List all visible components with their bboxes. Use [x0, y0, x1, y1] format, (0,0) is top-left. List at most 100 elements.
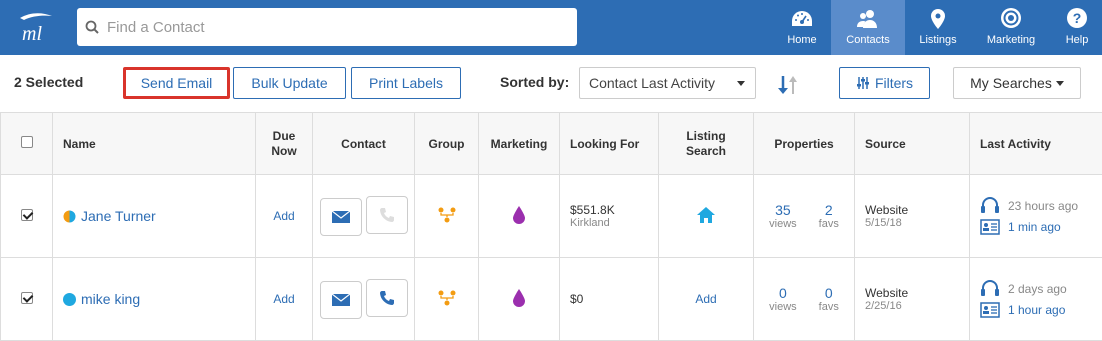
views-stat[interactable]: 35views [769, 202, 797, 230]
properties-cell: 0views 0favs [754, 258, 855, 341]
selected-count: 2 Selected [14, 74, 83, 90]
name-cell: Jane Turner [53, 175, 256, 258]
phone-icon [379, 290, 395, 306]
favs-stat[interactable]: 2favs [819, 202, 839, 230]
source-date: 2/25/16 [865, 300, 969, 312]
activity-entry: 23 hours ago [980, 197, 1102, 215]
nav-home-label: Home [787, 34, 816, 46]
header-last-activity[interactable]: Last Activity [970, 113, 1102, 175]
header-group[interactable]: Group [415, 113, 479, 175]
table-header-row: Name DueNow Contact Group Marketing Look… [1, 113, 1102, 175]
header-due-line1: Due [273, 129, 296, 143]
activity-time: 23 hours ago [1008, 199, 1078, 213]
target-icon [1000, 7, 1022, 29]
header-properties[interactable]: Properties [754, 113, 855, 175]
contacts-table: Name DueNow Contact Group Marketing Look… [0, 112, 1102, 341]
send-email-button[interactable]: Send Email [123, 67, 230, 99]
header-due-line2: Now [271, 144, 296, 158]
help-icon: ? [1066, 7, 1088, 29]
row-checkbox[interactable] [21, 292, 33, 304]
group-icon[interactable] [437, 206, 457, 224]
last-activity-cell: 23 hours ago 1 min ago [970, 175, 1102, 258]
properties-cell: 35views 2favs [754, 175, 855, 258]
row-select-cell [1, 175, 53, 258]
listing-search-cell [659, 175, 754, 258]
group-icon[interactable] [437, 289, 457, 307]
nav-listings[interactable]: Listings [905, 0, 971, 55]
activity-entry: 1 min ago [980, 219, 1102, 235]
nav-contacts[interactable]: Contacts [831, 0, 905, 55]
views-label: views [769, 301, 797, 313]
header-due-now[interactable]: DueNow [256, 113, 313, 175]
select-all-checkbox[interactable] [21, 136, 33, 148]
nav-help[interactable]: ? Help [1052, 0, 1102, 55]
envelope-icon [332, 211, 350, 223]
nav-contacts-label: Contacts [846, 34, 889, 46]
ml-logo[interactable]: ml [16, 10, 56, 44]
looking-for-city: Kirkland [570, 217, 658, 229]
dashboard-icon [791, 9, 813, 29]
favs-stat[interactable]: 0favs [819, 285, 839, 313]
header-listing-line2: Search [686, 144, 726, 158]
header-looking-for[interactable]: Looking For [560, 113, 659, 175]
drip-icon[interactable] [513, 206, 525, 224]
filters-button[interactable]: Filters [839, 67, 930, 99]
home-icon[interactable] [697, 207, 715, 223]
contact-card-icon [980, 302, 1000, 318]
source-name: Website [865, 203, 969, 217]
header-name[interactable]: Name [53, 113, 256, 175]
looking-for-price: $551.8K [570, 203, 658, 217]
email-button[interactable] [320, 198, 362, 236]
header-source[interactable]: Source [855, 113, 970, 175]
add-listing-search-link[interactable]: Add [695, 292, 716, 306]
nav-help-label: Help [1066, 34, 1089, 46]
map-pin-icon [931, 9, 945, 29]
search-box[interactable] [77, 8, 577, 46]
sort-select-value: Contact Last Activity [589, 75, 715, 91]
source-cell: Website 5/15/18 [855, 175, 970, 258]
group-cell [415, 258, 479, 341]
envelope-icon [332, 294, 350, 306]
row-select-cell [1, 258, 53, 341]
sort-select[interactable]: Contact Last Activity [579, 67, 756, 99]
select-all-cell [1, 113, 53, 175]
sort-direction-icon[interactable] [776, 74, 800, 96]
action-toolbar: 2 Selected Send Email Bulk Update Print … [0, 55, 1102, 112]
drip-icon[interactable] [513, 289, 525, 307]
phone-button[interactable] [366, 279, 408, 317]
contact-card-icon [980, 219, 1000, 235]
phone-icon [379, 207, 395, 223]
svg-text:?: ? [1073, 10, 1082, 26]
contact-name-link[interactable]: mike king [81, 291, 140, 307]
my-searches-dropdown[interactable]: My Searches [953, 67, 1081, 99]
contact-status-icon [63, 293, 76, 306]
headset-icon [980, 280, 1000, 298]
contact-name-link[interactable]: Jane Turner [81, 208, 156, 224]
nav-home[interactable]: Home [773, 0, 831, 55]
caret-down-icon [1056, 81, 1064, 86]
due-now-cell: Add [256, 258, 313, 341]
sorted-by-label: Sorted by: [500, 74, 569, 90]
add-due-link[interactable]: Add [273, 292, 294, 306]
views-count: 35 [769, 202, 797, 218]
nav-listings-label: Listings [919, 34, 956, 46]
views-stat[interactable]: 0views [769, 285, 797, 313]
header-marketing[interactable]: Marketing [479, 113, 560, 175]
search-input[interactable] [107, 19, 547, 36]
row-checkbox[interactable] [21, 209, 33, 221]
phone-button[interactable] [366, 196, 408, 234]
bulk-update-button[interactable]: Bulk Update [233, 67, 346, 99]
table-row: Jane Turner Add $551.8K Kirkland 35views… [1, 175, 1102, 258]
email-button[interactable] [320, 281, 362, 319]
header-listing-search[interactable]: ListingSearch [659, 113, 754, 175]
add-due-link[interactable]: Add [273, 209, 294, 223]
my-searches-label: My Searches [970, 75, 1052, 91]
favs-count: 2 [819, 202, 839, 218]
filters-label: Filters [875, 75, 913, 91]
nav-marketing[interactable]: Marketing [980, 0, 1042, 55]
print-labels-button[interactable]: Print Labels [351, 67, 461, 99]
contact-cell [313, 175, 415, 258]
favs-label: favs [819, 218, 839, 230]
due-now-cell: Add [256, 175, 313, 258]
header-listing-line1: Listing [686, 129, 725, 143]
